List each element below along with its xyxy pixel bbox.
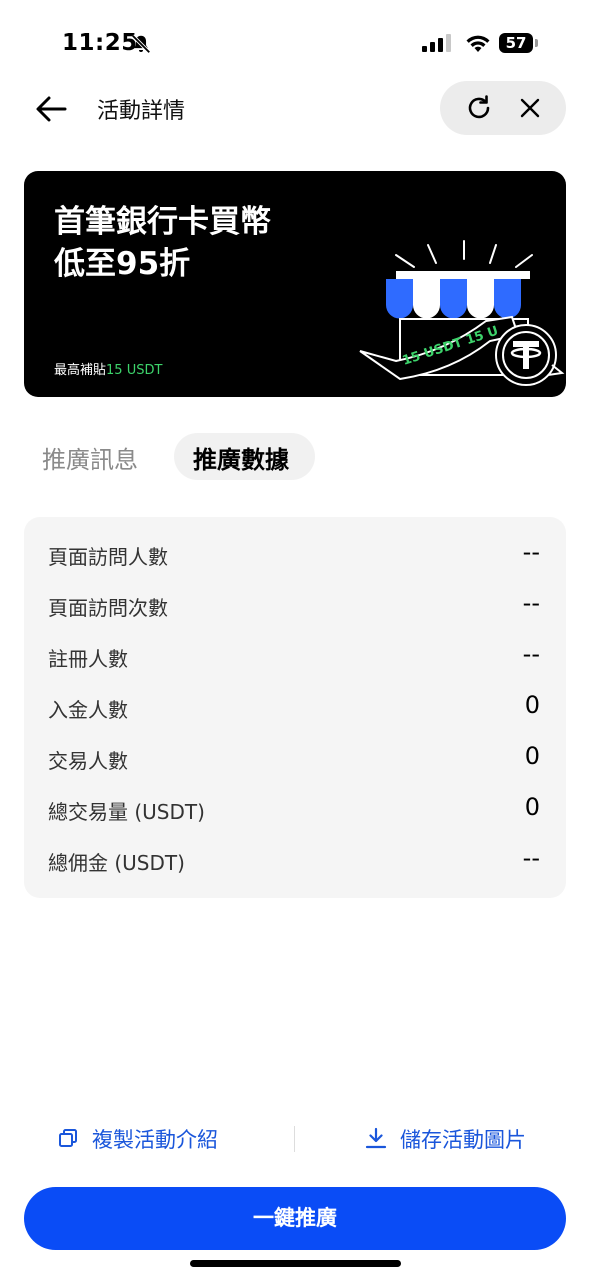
- stat-row: 註冊人數 --: [24, 633, 566, 684]
- page-title: 活動詳情: [97, 99, 186, 124]
- copy-icon[interactable]: [58, 1128, 78, 1148]
- stat-row: 交易人數 0: [24, 735, 566, 786]
- stat-label: 入金人數: [48, 698, 128, 722]
- stats-card: 頁面訪問人數 -- 頁面訪問次數 -- 註冊人數 -- 入金人數 0 交易人數 …: [24, 517, 566, 898]
- stat-value: --: [522, 640, 540, 668]
- stat-value: 0: [524, 691, 540, 719]
- battery-icon: 57: [499, 33, 539, 53]
- download-icon[interactable]: [364, 1126, 388, 1150]
- signal-icon: [422, 34, 451, 52]
- stat-value: --: [522, 589, 540, 617]
- battery-level: 57: [505, 34, 527, 52]
- banner-headline: 首筆銀行卡買幣 低至95折: [54, 201, 271, 285]
- subsidy-label: 最高補貼: [54, 363, 107, 378]
- copy-intro-button[interactable]: 複製活動介紹: [92, 1124, 218, 1154]
- save-image-button[interactable]: 儲存活動圖片: [400, 1124, 526, 1154]
- stat-row: 總交易量 (USDT) 0: [24, 786, 566, 837]
- stat-value: --: [522, 844, 540, 872]
- banner-headline-line2: 低至95折: [54, 246, 191, 282]
- banner-subsidy: 最高補貼15 USDT: [54, 359, 162, 378]
- one-click-promote-button[interactable]: 一鍵推廣: [24, 1187, 566, 1250]
- status-time: 11:25: [62, 30, 138, 56]
- stat-value: 0: [524, 793, 540, 821]
- home-indicator[interactable]: [190, 1260, 401, 1267]
- action-divider: [294, 1126, 295, 1152]
- nav-actions-pill: [440, 81, 566, 135]
- bell-slash-icon: [131, 34, 151, 54]
- storefront-illustration: 15 USDT 15 U: [359, 240, 565, 386]
- stat-label: 交易人數: [48, 749, 128, 773]
- promo-banner[interactable]: 首筆銀行卡買幣 低至95折 最高補貼15 USDT 15 USDT 15 U: [24, 171, 566, 397]
- stat-row: 頁面訪問人數 --: [24, 531, 566, 582]
- stat-value: --: [522, 538, 540, 566]
- stat-label: 註冊人數: [48, 647, 128, 671]
- stat-row: 頁面訪問次數 --: [24, 582, 566, 633]
- back-arrow-icon[interactable]: [34, 92, 68, 126]
- tab-promo-data[interactable]: 推廣數據: [193, 440, 289, 475]
- banner-headline-line1: 首筆銀行卡買幣: [54, 204, 271, 240]
- refresh-icon[interactable]: [465, 94, 493, 122]
- subsidy-value: 15 USDT: [106, 363, 163, 378]
- tab-promo-info[interactable]: 推廣訊息: [42, 440, 138, 475]
- stat-label: 總交易量 (USDT): [48, 800, 205, 824]
- stat-label: 頁面訪問人數: [48, 545, 168, 569]
- stat-label: 總佣金 (USDT): [48, 851, 185, 875]
- stat-value: 0: [524, 742, 540, 770]
- close-icon[interactable]: [518, 96, 542, 120]
- stat-label: 頁面訪問次數: [48, 596, 168, 620]
- stat-row: 總佣金 (USDT) --: [24, 837, 566, 888]
- wifi-icon: [466, 35, 490, 52]
- stat-row: 入金人數 0: [24, 684, 566, 735]
